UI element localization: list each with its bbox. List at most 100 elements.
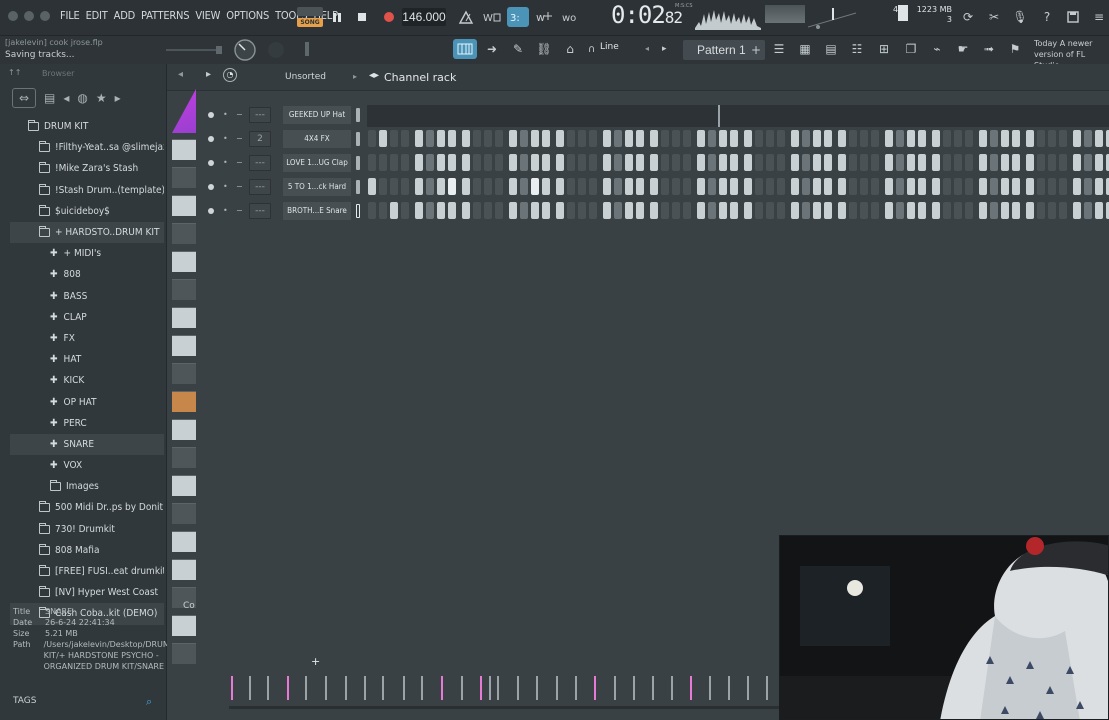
step-button[interactable] xyxy=(661,178,669,195)
step-button[interactable] xyxy=(871,154,879,171)
step-button[interactable] xyxy=(368,178,376,195)
options-button[interactable]: ≡ xyxy=(1088,7,1109,27)
link-button[interactable]: ⛓ xyxy=(533,39,555,59)
step-button[interactable] xyxy=(578,202,586,219)
stamp-button[interactable]: ⌂ xyxy=(559,39,581,59)
step-button[interactable] xyxy=(1026,202,1034,219)
step-button[interactable] xyxy=(636,154,644,171)
tools-button[interactable]: ✂ xyxy=(983,7,1005,27)
channel-select-indicator[interactable] xyxy=(356,132,360,146)
step-button[interactable] xyxy=(766,202,774,219)
channel-group-key[interactable] xyxy=(172,195,196,216)
step-button[interactable] xyxy=(932,154,940,171)
step-button[interactable] xyxy=(683,154,691,171)
pan-knob-icon[interactable]: • xyxy=(223,159,231,167)
step-button[interactable] xyxy=(791,154,799,171)
step-button[interactable] xyxy=(401,178,409,195)
step-button[interactable] xyxy=(965,154,973,171)
step-button[interactable] xyxy=(860,154,868,171)
step-button[interactable] xyxy=(979,178,987,195)
step-button[interactable] xyxy=(755,202,763,219)
step-button[interactable] xyxy=(495,154,503,171)
step-button[interactable] xyxy=(437,130,445,147)
browser-item[interactable]: ✚ 808 xyxy=(10,264,164,285)
step-button[interactable] xyxy=(965,202,973,219)
playlist-scrollbar[interactable] xyxy=(229,706,779,709)
browser-item[interactable]: ✚ KICK xyxy=(10,370,164,391)
step-button[interactable] xyxy=(954,154,962,171)
menu-options[interactable]: OPTIONS xyxy=(226,9,269,22)
help-button[interactable]: ? xyxy=(1036,7,1058,27)
channel-group-key[interactable] xyxy=(172,307,196,328)
touch-controller-button[interactable]: ☛ xyxy=(952,39,974,59)
step-button[interactable] xyxy=(401,154,409,171)
step-button[interactable] xyxy=(661,202,669,219)
volume-knob-icon[interactable]: − xyxy=(236,207,244,215)
step-button[interactable] xyxy=(813,202,821,219)
step-button[interactable] xyxy=(401,202,409,219)
mixer-button[interactable]: ☷ xyxy=(846,39,868,59)
mute-led[interactable] xyxy=(208,136,214,142)
step-button[interactable] xyxy=(603,154,611,171)
step-button[interactable] xyxy=(473,154,481,171)
browser-library-icon[interactable]: ◍ xyxy=(77,91,87,105)
step-button[interactable] xyxy=(401,130,409,147)
step-button[interactable] xyxy=(791,202,799,219)
playlist-button[interactable]: ☰ xyxy=(768,39,790,59)
channel-group-key[interactable] xyxy=(172,223,196,244)
channel-group-key[interactable] xyxy=(172,167,196,188)
step-button[interactable] xyxy=(683,202,691,219)
step-button[interactable] xyxy=(849,178,857,195)
rack-menu-icon[interactable]: ◂▸ xyxy=(369,70,379,81)
step-button[interactable] xyxy=(1048,154,1056,171)
step-button[interactable] xyxy=(567,130,575,147)
channel-name-button[interactable]: 4X4 FX xyxy=(283,130,351,148)
menu-add[interactable]: ADD xyxy=(114,9,136,22)
filter-dropdown-icon[interactable]: ▸ xyxy=(353,72,357,81)
step-button[interactable] xyxy=(672,178,680,195)
step-button[interactable] xyxy=(520,202,528,219)
main-pitch-knob[interactable] xyxy=(233,38,257,62)
step-button[interactable] xyxy=(1012,130,1020,147)
step-button[interactable] xyxy=(838,130,846,147)
browser-item[interactable]: [NV] Hyper West Coast xyxy=(10,582,164,603)
step-button[interactable] xyxy=(484,178,492,195)
step-button[interactable] xyxy=(849,130,857,147)
add-pattern-icon[interactable]: + xyxy=(751,43,761,57)
step-button[interactable] xyxy=(567,178,575,195)
step-button[interactable] xyxy=(437,178,445,195)
step-button[interactable] xyxy=(1059,202,1067,219)
snap-dropdown-arrow-icon[interactable]: ◂ xyxy=(645,44,649,53)
step-button[interactable] xyxy=(462,154,470,171)
step-button[interactable] xyxy=(509,154,517,171)
volume-knob-icon[interactable]: − xyxy=(236,135,244,143)
step-button[interactable] xyxy=(578,178,586,195)
step-button[interactable] xyxy=(885,178,893,195)
channel-name-button[interactable]: GEEKED UP Hat xyxy=(283,106,351,124)
step-button[interactable] xyxy=(683,178,691,195)
step-button[interactable] xyxy=(462,202,470,219)
channel-group-key[interactable] xyxy=(172,615,196,636)
step-button[interactable] xyxy=(415,130,423,147)
step-button[interactable] xyxy=(1048,202,1056,219)
step-button[interactable] xyxy=(1012,202,1020,219)
step-button[interactable] xyxy=(860,202,868,219)
step-button[interactable] xyxy=(556,130,564,147)
step-button[interactable] xyxy=(614,130,622,147)
step-button[interactable] xyxy=(871,130,879,147)
audio-input-button[interactable]: 🎙 xyxy=(1009,7,1031,27)
step-button[interactable] xyxy=(990,154,998,171)
step-button[interactable] xyxy=(1084,178,1092,195)
step-button[interactable] xyxy=(932,202,940,219)
step-button[interactable] xyxy=(672,130,680,147)
browser-all-button[interactable]: ⇔ xyxy=(12,88,36,108)
menu-view[interactable]: VIEW xyxy=(195,9,220,22)
channel-group-key[interactable] xyxy=(172,503,196,524)
step-button[interactable] xyxy=(661,154,669,171)
channel-group-key[interactable] xyxy=(172,139,196,160)
step-button[interactable] xyxy=(1059,178,1067,195)
step-button[interactable] xyxy=(484,202,492,219)
browser-item[interactable]: [FREE] FUSI..eat drumkit xyxy=(10,561,164,582)
channel-group-key[interactable] xyxy=(172,559,196,580)
step-button[interactable] xyxy=(614,202,622,219)
